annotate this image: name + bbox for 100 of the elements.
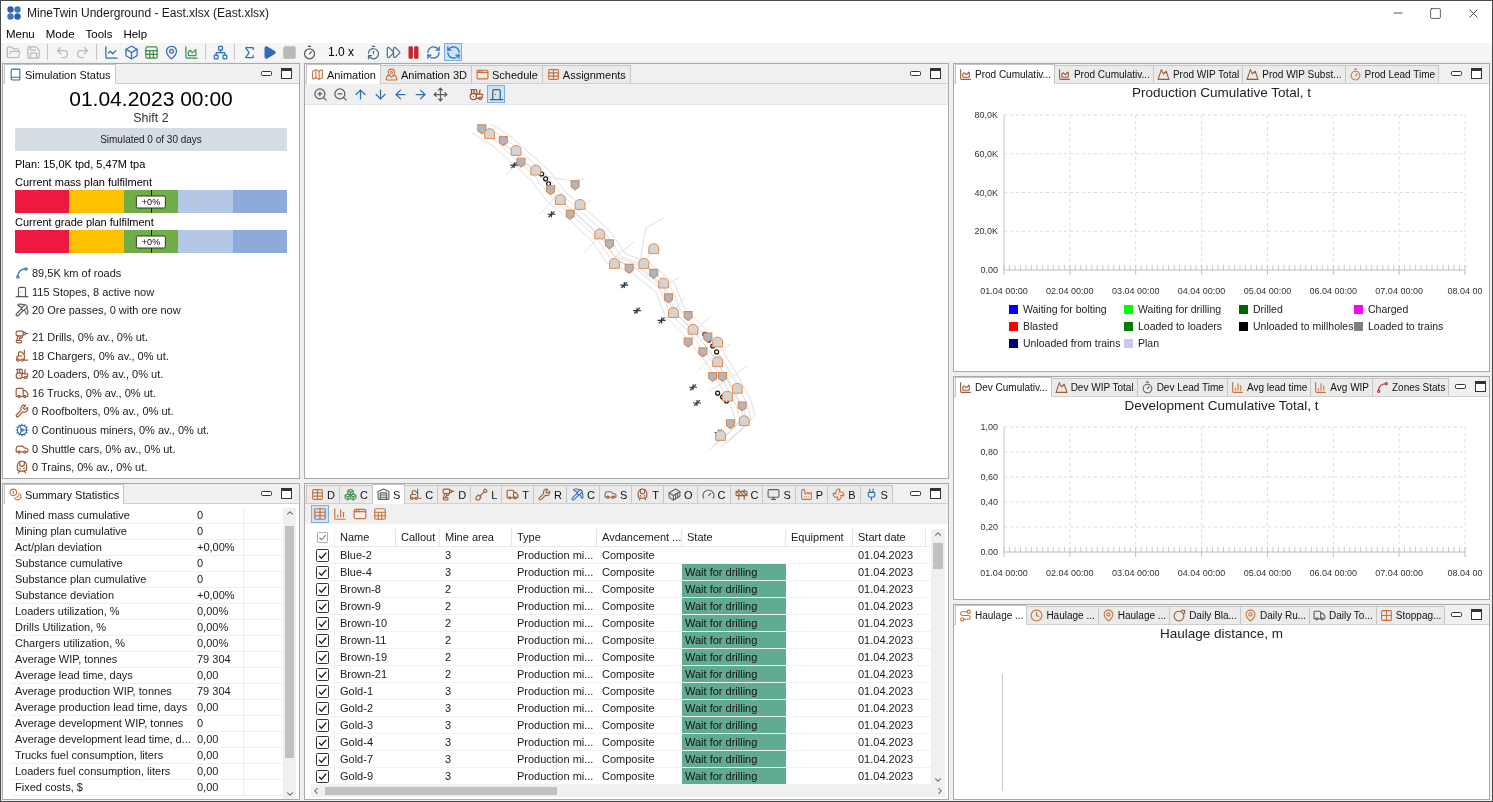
network-button[interactable] [211, 43, 229, 61]
tab[interactable]: S [371, 484, 406, 504]
checkbox[interactable] [316, 633, 329, 647]
tab[interactable]: Avg lead time [1226, 378, 1312, 396]
minimize-icon[interactable] [1455, 384, 1467, 389]
column-header[interactable]: Mine area [440, 529, 512, 546]
tab[interactable]: O [663, 485, 698, 503]
maximize-icon[interactable] [1471, 68, 1482, 79]
tab[interactable]: S [762, 485, 796, 503]
checkbox[interactable] [316, 650, 329, 664]
checkbox[interactable] [316, 701, 329, 715]
menu-item[interactable]: Tools [80, 26, 119, 42]
tab[interactable]: Prod Cumulativ... [955, 64, 1055, 84]
tab[interactable]: Daily Ru... [1239, 606, 1311, 624]
checkbox[interactable] [316, 582, 329, 596]
tab[interactable]: R [533, 485, 567, 503]
scroll-down-icon[interactable] [933, 775, 943, 785]
menu-item[interactable]: Help [118, 26, 154, 42]
checkbox[interactable] [316, 599, 329, 613]
refresh-button[interactable] [424, 43, 442, 61]
minimize-icon[interactable] [910, 491, 921, 496]
tab[interactable]: C [338, 485, 373, 503]
tab[interactable]: P [794, 485, 829, 503]
minimize-icon[interactable] [1451, 612, 1463, 617]
cube-button[interactable] [122, 43, 140, 61]
scrollbar-thumb[interactable] [325, 787, 557, 795]
move-button[interactable] [431, 85, 449, 103]
spreadsheet-button[interactable] [142, 43, 160, 61]
tab[interactable]: Animation 3D [379, 65, 472, 83]
scrollbar-thumb[interactable] [285, 526, 294, 758]
tab[interactable]: D [306, 485, 340, 503]
column-header[interactable]: Avdancement ... [597, 529, 682, 546]
tab[interactable]: L [470, 485, 503, 503]
menu-item[interactable]: Mode [40, 26, 81, 42]
tab[interactable]: T [501, 485, 534, 503]
scroll-up-icon[interactable] [284, 508, 295, 518]
maximize-icon[interactable] [1475, 381, 1487, 392]
minimize-icon[interactable] [261, 71, 272, 76]
line-chart-button[interactable] [102, 43, 120, 61]
menu-item[interactable]: Menu [1, 26, 41, 42]
tab[interactable]: Haulage ... [1097, 606, 1171, 624]
tab[interactable]: Prod WIP Total [1152, 65, 1244, 83]
refresh-button[interactable] [444, 43, 462, 61]
area-chart-button[interactable] [182, 43, 200, 61]
scrollbar-thumb[interactable] [933, 543, 943, 569]
scroll-right-icon[interactable] [935, 786, 945, 796]
tab[interactable]: B [827, 485, 861, 503]
tab[interactable]: Stoppag... [1375, 606, 1446, 624]
maximize-icon[interactable] [281, 68, 292, 79]
checkbox[interactable] [316, 718, 329, 732]
tab[interactable]: C [696, 485, 731, 503]
tab[interactable]: Haulage ... [1026, 606, 1099, 624]
tab[interactable]: Haulage ... [955, 605, 1028, 625]
checkbox[interactable] [316, 752, 329, 766]
tab[interactable]: Summary Statistics [4, 484, 125, 504]
checkbox[interactable] [316, 684, 329, 698]
tab[interactable]: S [598, 485, 633, 503]
tab[interactable]: C [404, 485, 439, 503]
tab[interactable]: C [729, 485, 764, 503]
tab[interactable]: Animation [306, 64, 381, 84]
minimize-icon[interactable] [910, 71, 921, 76]
maximize-icon[interactable] [1471, 609, 1483, 620]
minimize-icon[interactable] [1451, 71, 1462, 76]
column-header[interactable]: Equipment [786, 529, 853, 546]
checkbox[interactable] [317, 532, 328, 543]
tab[interactable]: Dev Cumulativ... [955, 377, 1052, 397]
tab[interactable]: Daily Bla... [1169, 606, 1241, 624]
checkbox[interactable] [316, 565, 329, 579]
tab[interactable]: Daily To... [1309, 606, 1377, 624]
tab[interactable]: T [631, 485, 664, 503]
tab[interactable]: Prod WIP Subst... [1242, 65, 1346, 83]
minimize-icon[interactable] [261, 491, 272, 496]
checkbox[interactable] [316, 735, 329, 749]
vertical-scrollbar[interactable] [283, 508, 296, 799]
tab[interactable]: Dev Lead Time [1136, 378, 1228, 396]
bar-chart-button[interactable] [331, 505, 349, 523]
checkbox[interactable] [316, 548, 329, 562]
vertical-scrollbar[interactable] [931, 529, 945, 785]
tab[interactable]: S [859, 485, 893, 503]
column-header[interactable]: Start date [853, 529, 926, 546]
checkbox[interactable] [316, 667, 329, 681]
tab[interactable]: Assignments [541, 65, 631, 83]
tab[interactable]: Prod Lead Time [1344, 65, 1440, 83]
tab[interactable]: C [565, 485, 600, 503]
tab[interactable]: Avg WIP [1310, 378, 1373, 396]
tab[interactable]: Prod Cumulativ... [1053, 65, 1154, 83]
column-header[interactable]: State [682, 529, 786, 546]
column-header[interactable]: Name [335, 529, 396, 546]
tab[interactable]: Simulation Status [4, 64, 116, 84]
maximize-icon[interactable] [281, 488, 292, 499]
checkbox[interactable] [316, 769, 329, 783]
checkbox[interactable] [316, 616, 329, 630]
maximize-icon[interactable] [930, 488, 941, 499]
horizontal-scrollbar[interactable] [311, 785, 945, 797]
scroll-up-icon[interactable] [933, 529, 943, 539]
tab[interactable]: Zones Stats [1372, 378, 1450, 396]
maximize-icon[interactable] [930, 68, 941, 79]
spreadsheet-button[interactable] [371, 505, 389, 523]
table-button[interactable] [311, 505, 329, 523]
tab[interactable]: Dev WIP Total [1050, 378, 1138, 396]
